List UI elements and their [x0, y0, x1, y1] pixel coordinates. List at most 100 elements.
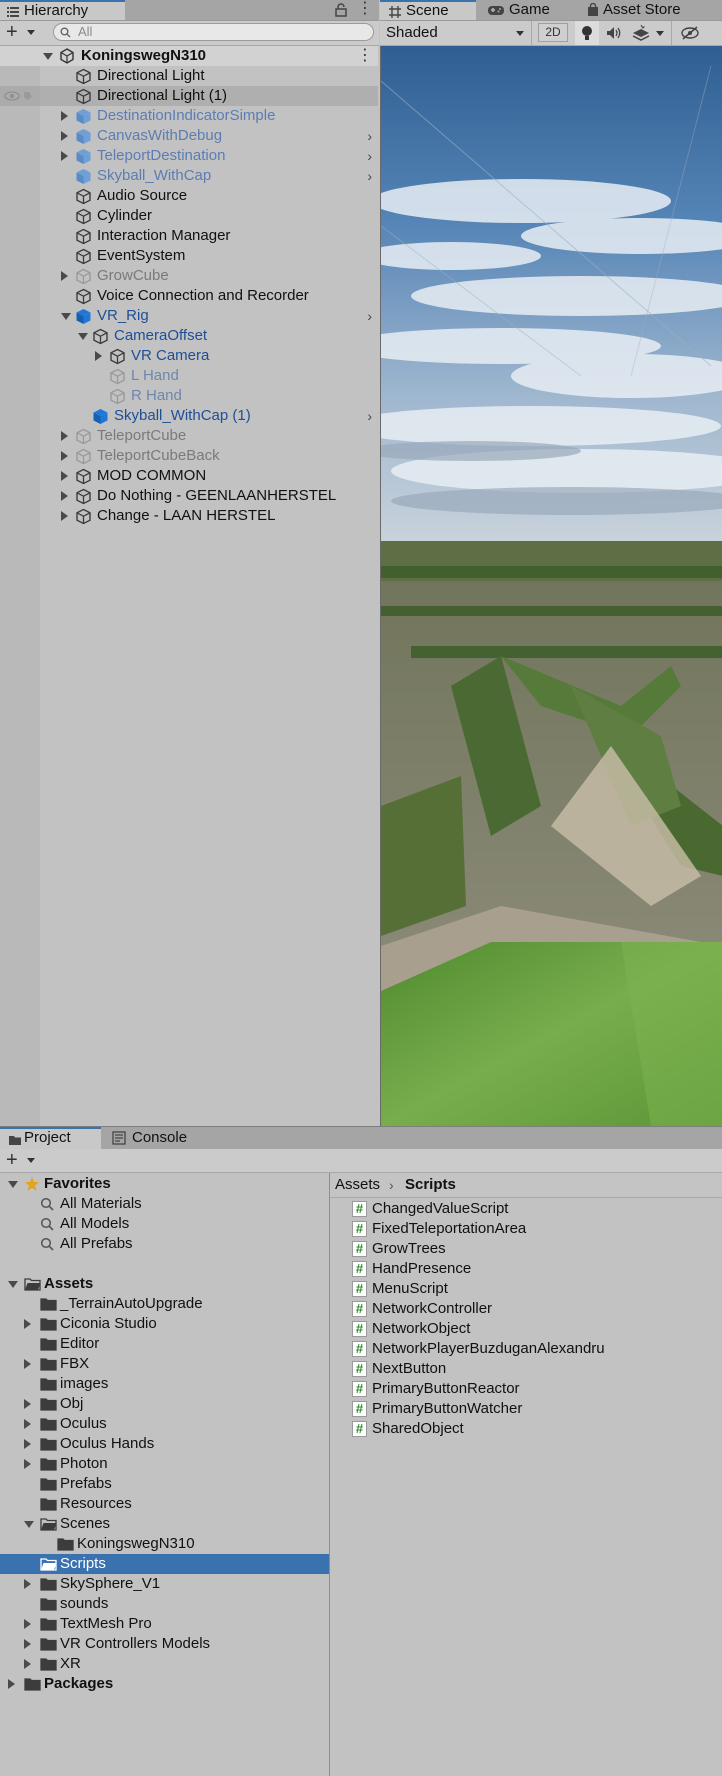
expand-arrow-icon[interactable] [24, 1579, 31, 1589]
expand-arrow-icon[interactable] [61, 431, 68, 441]
hierarchy-item[interactable]: Skyball_WithCap (1) › [0, 406, 378, 426]
chevron-right-icon[interactable]: › [367, 406, 372, 426]
favorite-item[interactable]: All Prefabs [0, 1234, 329, 1254]
script-item[interactable]: # HandPresence [352, 1259, 712, 1279]
hierarchy-item[interactable]: TeleportDestination › [0, 146, 378, 166]
folder-item[interactable]: Resources [0, 1494, 329, 1514]
expand-arrow-icon[interactable] [61, 511, 68, 521]
tab-console[interactable]: Console [103, 1127, 203, 1149]
folder-item[interactable]: FBX [0, 1354, 329, 1374]
breadcrumb-current[interactable]: Scripts [405, 1173, 456, 1197]
shading-mode-dropdown[interactable]: Shaded [380, 21, 532, 45]
folder-item[interactable]: images [0, 1374, 329, 1394]
hierarchy-item[interactable]: CameraOffset [0, 326, 378, 346]
hierarchy-item[interactable]: Interaction Manager [0, 226, 378, 246]
tab-hierarchy[interactable]: Hierarchy [0, 0, 125, 20]
folder-item[interactable]: Oculus Hands [0, 1434, 329, 1454]
expand-arrow-icon[interactable] [24, 1459, 31, 1469]
folder-item[interactable]: sounds [0, 1594, 329, 1614]
hierarchy-search-input[interactable]: All [53, 23, 374, 41]
collapse-arrow-icon[interactable] [24, 1521, 34, 1528]
expand-arrow-icon[interactable] [24, 1619, 31, 1629]
tab-game[interactable]: Game [479, 0, 569, 20]
folder-item[interactable]: Photon [0, 1454, 329, 1474]
tab-project[interactable]: Project [0, 1127, 101, 1149]
folder-item[interactable]: Ciconia Studio [0, 1314, 329, 1334]
collapse-arrow-icon[interactable] [8, 1181, 18, 1188]
folder-item[interactable]: _TerrainAutoUpgrade [0, 1294, 329, 1314]
packages-header[interactable]: Packages [0, 1674, 329, 1694]
dropdown-arrow-icon[interactable] [27, 30, 35, 35]
audio-toggle-button[interactable] [602, 21, 626, 45]
expand-arrow-icon[interactable] [8, 1679, 15, 1689]
add-icon[interactable]: + [6, 22, 18, 42]
hierarchy-item[interactable]: Audio Source [0, 186, 378, 206]
scene-root-row[interactable]: KoningswegN310 ⋮ [0, 46, 378, 66]
chevron-right-icon[interactable]: › [367, 126, 372, 146]
hierarchy-item[interactable]: TeleportCubeBack [0, 446, 378, 466]
hierarchy-item[interactable]: Do Nothing - GEENLAANHERSTEL [0, 486, 378, 506]
tab-scene[interactable]: Scene [380, 0, 476, 20]
folder-item[interactable]: Scenes [0, 1514, 329, 1534]
lock-icon[interactable] [335, 3, 347, 17]
folder-item[interactable]: TextMesh Pro [0, 1614, 329, 1634]
collapse-arrow-icon[interactable] [78, 333, 88, 340]
script-item[interactable]: # FixedTeleportationArea [352, 1219, 712, 1239]
chevron-right-icon[interactable]: › [367, 306, 372, 326]
script-item[interactable]: # NetworkController [352, 1299, 712, 1319]
folder-item[interactable]: KoningswegN310 [0, 1534, 329, 1554]
folder-item[interactable]: Scripts [0, 1554, 329, 1574]
lighting-toggle-button[interactable] [575, 21, 599, 45]
script-item[interactable]: # NetworkObject [352, 1319, 712, 1339]
hierarchy-item[interactable]: GrowCube [0, 266, 378, 286]
favorite-item[interactable]: All Models [0, 1214, 329, 1234]
scene-menu-icon[interactable]: ⋮ [357, 46, 373, 66]
expand-arrow-icon[interactable] [61, 271, 68, 281]
collapse-arrow-icon[interactable] [43, 53, 53, 60]
expand-arrow-icon[interactable] [61, 491, 68, 501]
folder-item[interactable]: XR [0, 1654, 329, 1674]
expand-arrow-icon[interactable] [24, 1399, 31, 1409]
hierarchy-item[interactable]: Directional Light [0, 66, 378, 86]
hidden-objects-toggle[interactable] [678, 21, 702, 45]
expand-arrow-icon[interactable] [24, 1659, 31, 1669]
chevron-right-icon[interactable]: › [367, 146, 372, 166]
folder-item[interactable]: Obj [0, 1394, 329, 1414]
assets-header[interactable]: Assets [0, 1274, 329, 1294]
hierarchy-item[interactable]: Voice Connection and Recorder [0, 286, 378, 306]
hierarchy-item[interactable]: EventSystem [0, 246, 378, 266]
hierarchy-item[interactable]: TeleportCube [0, 426, 378, 446]
hierarchy-item[interactable]: Change - LAAN HERSTEL [0, 506, 378, 526]
hierarchy-item[interactable]: Directional Light (1) [0, 86, 378, 106]
hierarchy-item[interactable]: CanvasWithDebug › [0, 126, 378, 146]
hierarchy-item[interactable]: Skyball_WithCap › [0, 166, 378, 186]
expand-arrow-icon[interactable] [24, 1439, 31, 1449]
script-item[interactable]: # GrowTrees [352, 1239, 712, 1259]
breadcrumb-root[interactable]: Assets [335, 1173, 380, 1197]
script-item[interactable]: # PrimaryButtonWatcher [352, 1399, 712, 1419]
visibility-eye-icon[interactable] [4, 89, 34, 103]
tab-asset-store[interactable]: Asset Store [579, 0, 722, 20]
chevron-right-icon[interactable]: › [367, 166, 372, 186]
expand-arrow-icon[interactable] [61, 471, 68, 481]
scene-viewport[interactable] [380, 46, 722, 1126]
folder-item[interactable]: Oculus [0, 1414, 329, 1434]
collapse-arrow-icon[interactable] [61, 313, 71, 320]
expand-arrow-icon[interactable] [24, 1419, 31, 1429]
expand-arrow-icon[interactable] [61, 451, 68, 461]
collapse-arrow-icon[interactable] [8, 1281, 18, 1288]
hierarchy-item[interactable]: L Hand [0, 366, 378, 386]
expand-arrow-icon[interactable] [61, 111, 68, 121]
expand-arrow-icon[interactable] [24, 1639, 31, 1649]
expand-arrow-icon[interactable] [24, 1319, 31, 1329]
toggle-2d-button[interactable]: 2D [538, 23, 568, 42]
script-item[interactable]: # NextButton [352, 1359, 712, 1379]
script-item[interactable]: # PrimaryButtonReactor [352, 1379, 712, 1399]
favorite-item[interactable]: All Materials [0, 1194, 329, 1214]
kebab-menu-icon[interactable]: ⋮ [357, 0, 373, 20]
hierarchy-item[interactable]: MOD COMMON [0, 466, 378, 486]
effects-toggle-button[interactable] [629, 21, 653, 45]
script-item[interactable]: # ChangedValueScript [352, 1199, 712, 1219]
favorites-header[interactable]: Favorites [0, 1174, 329, 1194]
create-add-icon[interactable]: + [6, 1149, 18, 1171]
